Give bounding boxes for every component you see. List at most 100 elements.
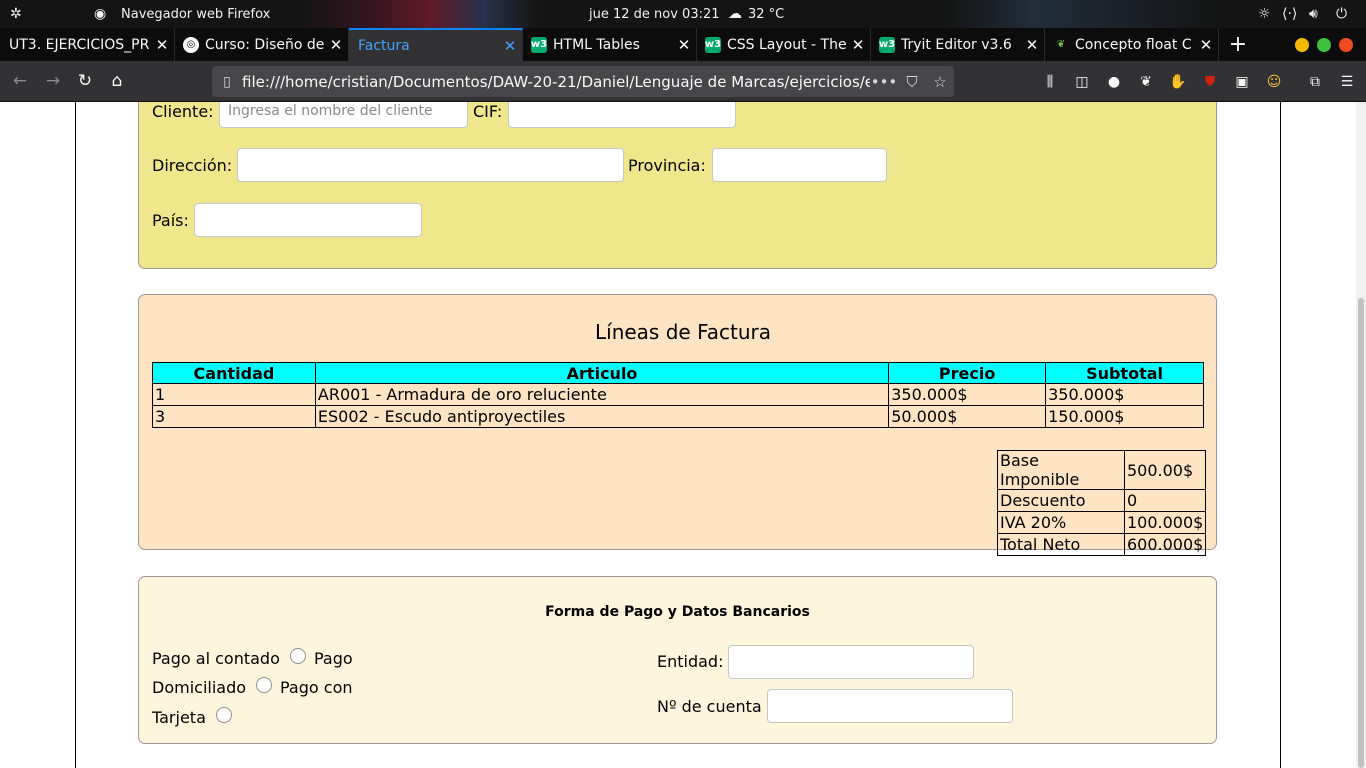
cuenta-label: Nº de cuenta [657, 697, 762, 716]
extension-screen-icon[interactable]: ▣ [1232, 72, 1252, 92]
totals-row: IVA 20% 100.000$ [997, 511, 1207, 534]
entidad-input[interactable] [728, 645, 974, 679]
forward-button[interactable]: → [38, 66, 68, 96]
column-header: Precio [888, 362, 1047, 384]
maximize-button[interactable] [1317, 38, 1331, 52]
pocket-icon[interactable]: ⛉ [898, 73, 926, 91]
tab-bar: UT3. EJERCICIOS_PR ✕ ◎ Curso: Diseño de … [0, 28, 1366, 61]
library-icon[interactable]: ⫼ [1040, 72, 1060, 92]
power-icon[interactable]: ⏻ [1336, 0, 1347, 28]
reload-button[interactable]: ↻ [70, 66, 100, 96]
pago-domiciliado-radio[interactable] [256, 677, 272, 693]
close-window-button[interactable] [1339, 38, 1353, 52]
table-row: 1 AR001 - Armadura de oro reluciente 350… [152, 383, 1204, 406]
url-text[interactable]: file:///home/cristian/Documentos/DAW-20-… [242, 73, 870, 91]
pais-label: País: [152, 211, 189, 230]
cell-precio: 350.000$ [888, 383, 1047, 406]
tab-title: Concepto float C [1075, 36, 1192, 53]
totals-row: Descuento 0 [997, 489, 1207, 512]
totals-label: Total Neto [997, 533, 1125, 556]
cell-cantidad: 1 [152, 383, 316, 406]
new-tab-button[interactable]: + [1226, 28, 1250, 61]
cell-cantidad: 3 [152, 405, 316, 428]
minimize-button[interactable] [1295, 38, 1309, 52]
provincia-input[interactable] [712, 148, 887, 182]
pago-domiciliado-label-b: Domiciliado [152, 678, 247, 697]
entidad-label: Entidad: [657, 652, 724, 671]
totals-table: Base Imponible 500.00$ Descuento 0 IVA 2… [997, 450, 1207, 556]
totals-label: IVA 20% [997, 511, 1125, 534]
cell-precio: 50.000$ [888, 405, 1047, 428]
tab-title: Factura [358, 37, 410, 54]
navigation-toolbar: ← → ↻ ⌂ ▯ file:///home/cristian/Document… [0, 61, 1366, 102]
pago-tarjeta-label-a: Pago con [280, 678, 353, 697]
tab-html-tables[interactable]: w3 HTML Tables ✕ [523, 28, 697, 61]
temperature: 32 °C [748, 6, 785, 22]
totals-label: Descuento [997, 489, 1125, 512]
totals-row: Base Imponible 500.00$ [997, 450, 1207, 490]
volume-icon[interactable]: 🔊︎ [1309, 0, 1318, 28]
system-top-bar: ✲ ◉ Navegador web Firefox jue 12 de nov … [0, 0, 1366, 28]
scrollbar[interactable] [1356, 102, 1366, 768]
home-button[interactable]: ⌂ [102, 66, 132, 96]
cell-subtotal: 150.000$ [1045, 405, 1204, 428]
close-icon[interactable]: ✕ [498, 37, 522, 55]
close-icon[interactable]: ✕ [846, 36, 870, 54]
tab-css-layout[interactable]: w3 CSS Layout - The ✕ [697, 28, 871, 61]
close-icon[interactable]: ✕ [1194, 36, 1218, 54]
cif-input[interactable] [508, 102, 736, 128]
back-button[interactable]: ← [5, 66, 35, 96]
column-header: Cantidad [152, 362, 316, 384]
menu-icon[interactable]: ☰ [1337, 72, 1357, 92]
account-icon[interactable]: ● [1104, 72, 1124, 92]
page-actions-icon[interactable]: ••• [870, 73, 898, 91]
close-icon[interactable]: ✕ [1020, 36, 1044, 54]
leaf-icon: ❦ [1056, 39, 1066, 50]
firefox-app-icon: ◉ [94, 6, 107, 22]
pago-tarjeta-label-b: Tarjeta [152, 708, 206, 727]
scrollbar-thumb[interactable] [1358, 298, 1364, 768]
pago-contado-label: Pago al contado [152, 649, 280, 668]
sidebar-icon[interactable]: ◫ [1072, 72, 1092, 92]
cuenta-input[interactable] [767, 689, 1013, 723]
provincia-label: Provincia: [628, 156, 706, 175]
totals-value: 600.000$ [1123, 533, 1207, 556]
w3schools-icon: w3 [705, 36, 721, 53]
activities-icon[interactable]: ✲ [10, 0, 22, 28]
tab-title: Tryit Editor v3.6 [901, 36, 1012, 53]
close-icon[interactable]: ✕ [150, 36, 174, 54]
table-row: 3 ES002 - Escudo antiproyectiles 50.000$… [152, 405, 1204, 428]
pago-contado-radio[interactable] [290, 648, 306, 664]
tab-tryit[interactable]: w3 Tryit Editor v3.6 ✕ [871, 28, 1045, 61]
tab-concepto-float[interactable]: ❦ Concepto float C ✕ [1045, 28, 1219, 61]
url-bar[interactable]: ▯ file:///home/cristian/Documentos/DAW-2… [212, 66, 954, 97]
payment-title: Forma de Pago y Datos Bancarios [545, 604, 810, 620]
extension-face-icon[interactable]: ☺ [1264, 72, 1284, 92]
cell-articulo: ES002 - Escudo antiproyectiles [314, 405, 890, 428]
clock[interactable]: jue 12 de nov 03:21 [589, 0, 720, 28]
extension-gnome-icon[interactable]: ❦ [1136, 72, 1156, 92]
moodle-icon: ◎ [183, 36, 199, 53]
network-icon[interactable]: ⟨·⟩ [1282, 0, 1297, 28]
brightness-icon[interactable]: ☼ [1258, 0, 1271, 28]
close-icon[interactable]: ✕ [324, 36, 348, 54]
direccion-input[interactable] [237, 148, 624, 182]
pago-domiciliado-label-a: Pago [314, 649, 353, 668]
ublock-icon[interactable]: ⛊ [1200, 72, 1220, 92]
cliente-input[interactable] [219, 102, 468, 128]
tab-ejercicios[interactable]: UT3. EJERCICIOS_PR ✕ [0, 28, 175, 61]
cif-label: CIF: [473, 102, 503, 121]
extension-hand-icon[interactable]: ✋ [1168, 72, 1188, 92]
extensions-puzzle-icon[interactable]: ⧉ [1305, 72, 1325, 92]
bookmark-star-icon[interactable]: ☆ [926, 73, 954, 91]
app-name[interactable]: Navegador web Firefox [121, 0, 270, 28]
pago-tarjeta-radio[interactable] [216, 707, 232, 723]
pais-input[interactable] [194, 203, 422, 237]
totals-value: 100.000$ [1123, 511, 1207, 534]
totals-value: 500.00$ [1123, 450, 1207, 490]
close-icon[interactable]: ✕ [672, 36, 696, 54]
tab-curso[interactable]: ◎ Curso: Diseño de ✕ [175, 28, 349, 61]
lines-title: Líneas de Factura [595, 320, 771, 344]
w3schools-icon: w3 [531, 36, 547, 53]
tab-factura[interactable]: Factura ✕ [349, 28, 523, 61]
